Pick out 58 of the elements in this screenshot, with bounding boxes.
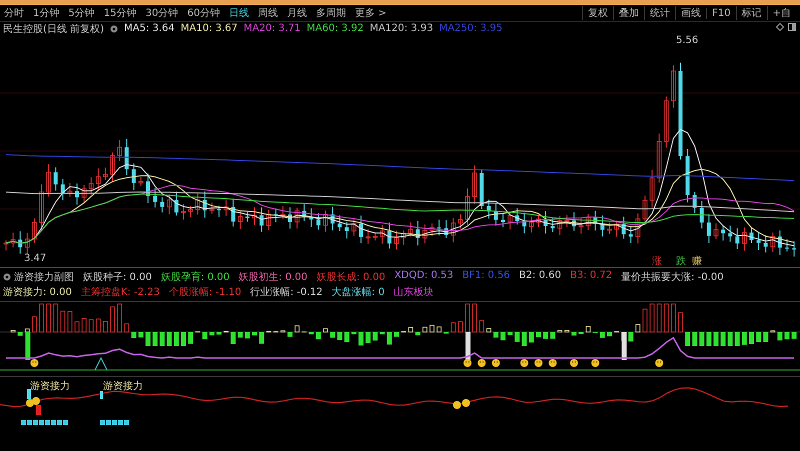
toolbar-button[interactable]: 复权 (582, 6, 614, 20)
signal-bar (100, 391, 103, 399)
indicator-value: 妖股长成: 0.00 (316, 270, 386, 284)
indicator-value: B2: 0.60 (519, 270, 562, 283)
signal-bar (466, 332, 470, 360)
indicator-value: 个股涨幅: -1.10 (168, 286, 242, 299)
sector-label: 山东板块 (394, 286, 434, 299)
indicator-value: 游资接力: 0.00 (3, 286, 72, 299)
chart-label: 游资接力 (103, 380, 143, 393)
period-tab[interactable]: 1分钟 (33, 6, 60, 20)
period-tab[interactable]: 分时 (4, 6, 24, 20)
toolbar-button[interactable]: 标记 (736, 6, 767, 20)
indicator-title: 游资接力副图 (14, 270, 74, 284)
ma-value: MA120: 3.93 (370, 23, 434, 34)
toolbar-button[interactable]: F10 (706, 8, 736, 18)
period-tab[interactable]: 日线 (228, 6, 249, 20)
indicator-value: 大盘涨幅: 0 (332, 286, 385, 299)
signal-label: 跌 (676, 254, 686, 268)
period-tab[interactable]: 30分钟 (145, 6, 178, 20)
panel-icon[interactable] (788, 23, 796, 31)
signal-bar (25, 332, 30, 360)
period-tab[interactable]: 60分钟 (187, 6, 220, 20)
indicator-value: 主筹控盘K: -2.23 (80, 286, 160, 299)
indicator-value: XDQD: 0.53 (394, 270, 454, 283)
signal-bar (27, 389, 31, 399)
signal-label: 涨 (652, 254, 662, 268)
period-tab[interactable]: 更多 > (354, 6, 387, 20)
toolbar-button[interactable]: 画线 (675, 6, 706, 20)
signal-bar (36, 405, 41, 415)
ma-value: MA20: 3.71 (244, 23, 301, 34)
ma-value: MA60: 3.92 (306, 23, 364, 34)
period-tab[interactable]: 多周期 (316, 6, 346, 20)
period-tab[interactable]: 月线 (286, 6, 307, 20)
indicator-value: 妖股初生: 0.00 (238, 270, 308, 284)
period-tab[interactable]: 周线 (258, 6, 278, 20)
chart-label: 游资接力 (30, 380, 70, 393)
settings-icon[interactable] (3, 273, 11, 281)
signal-bar (622, 332, 627, 360)
indicator-value: B3: 0.72 (570, 270, 612, 283)
price-label: 5.56 (676, 35, 698, 46)
period-tab[interactable]: 5分钟 (68, 6, 95, 20)
chart-title: 民生控股(日线 前复权) (3, 22, 104, 36)
toolbar-button[interactable]: 叠加 (613, 6, 644, 20)
price-label: 3.47 (24, 253, 46, 264)
toolbar-button[interactable]: 统计 (644, 6, 676, 20)
settings-icon[interactable] (110, 24, 118, 32)
diamond-icon[interactable] (776, 23, 784, 31)
ma-value: MA10: 3.67 (180, 23, 238, 34)
indicator-value: BF1: 0.56 (462, 270, 510, 283)
indicator-value: 妖股孕育: 0.00 (160, 270, 230, 284)
ma-value: MA250: 3.95 (439, 23, 502, 34)
ma-value: MA5: 3.64 (124, 23, 175, 34)
period-tab[interactable]: 15分钟 (104, 6, 136, 20)
signal-label: 赚 (692, 254, 702, 268)
indicator-value: 量价共振要大涨: -0.00 (621, 270, 724, 284)
toolbar-button[interactable]: +自 (766, 6, 796, 20)
indicator-value: 行业涨幅: -0.12 (250, 286, 323, 299)
indicator-value: 妖股种子: 0.00 (83, 270, 152, 284)
